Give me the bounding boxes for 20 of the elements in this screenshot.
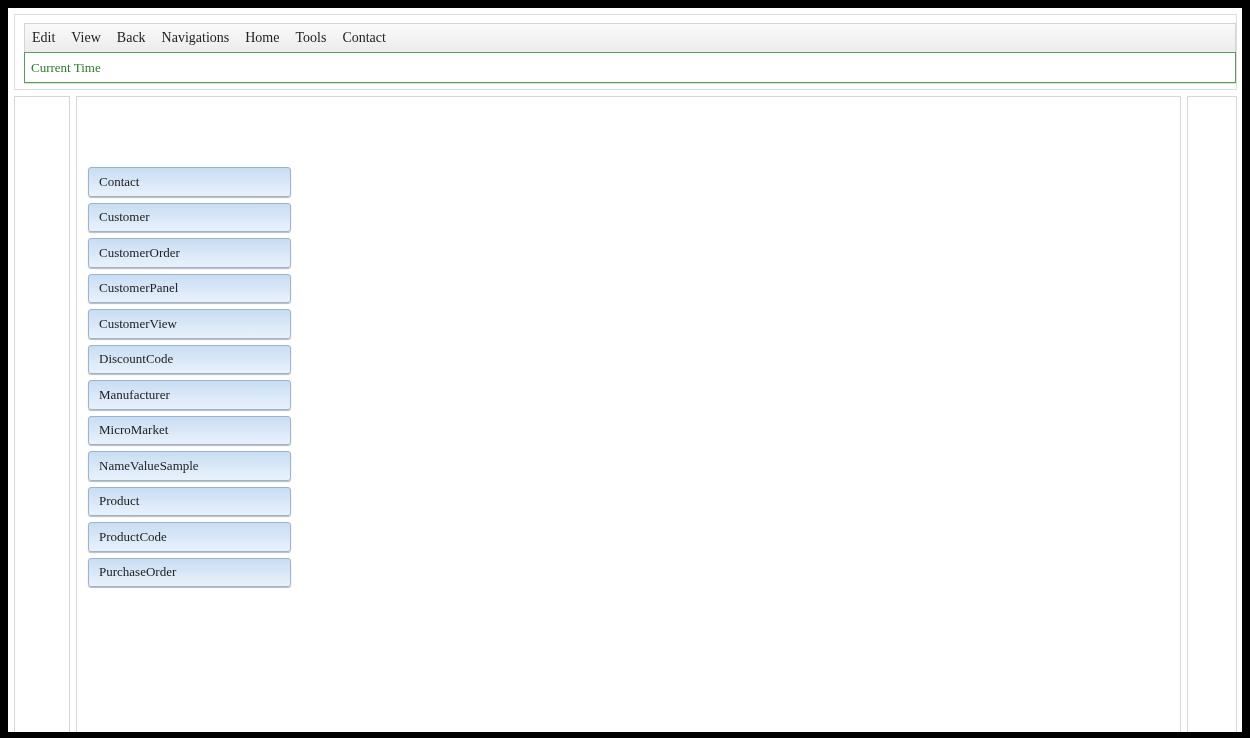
entity-button[interactable]: CustomerOrder	[88, 238, 291, 268]
menu-item[interactable]: Tools	[295, 30, 327, 46]
entity-button[interactable]: ProductCode	[88, 522, 291, 552]
menu-item[interactable]: Edit	[32, 30, 56, 46]
current-time-label: Current Time	[31, 59, 101, 76]
entity-button[interactable]: CustomerPanel	[88, 273, 291, 303]
entity-button[interactable]: MicroMarket	[88, 415, 291, 445]
entity-button[interactable]: Customer	[88, 202, 291, 232]
entity-button[interactable]: DiscountCode	[88, 344, 291, 374]
entity-button[interactable]: NameValueSample	[88, 451, 291, 481]
entity-button[interactable]: PurchaseOrder	[88, 557, 291, 587]
menu-item[interactable]: View	[71, 30, 101, 46]
entity-button[interactable]: Manufacturer	[88, 380, 291, 410]
entity-button[interactable]: Product	[88, 486, 291, 516]
menu-item[interactable]: Navigations	[161, 30, 230, 46]
entity-button[interactable]: Contact	[88, 167, 291, 197]
menu-item[interactable]: Home	[245, 30, 280, 46]
menu-item[interactable]: Contact	[342, 30, 386, 46]
menu-item[interactable]: Back	[116, 30, 146, 46]
entity-button[interactable]: CustomerView	[88, 309, 291, 339]
